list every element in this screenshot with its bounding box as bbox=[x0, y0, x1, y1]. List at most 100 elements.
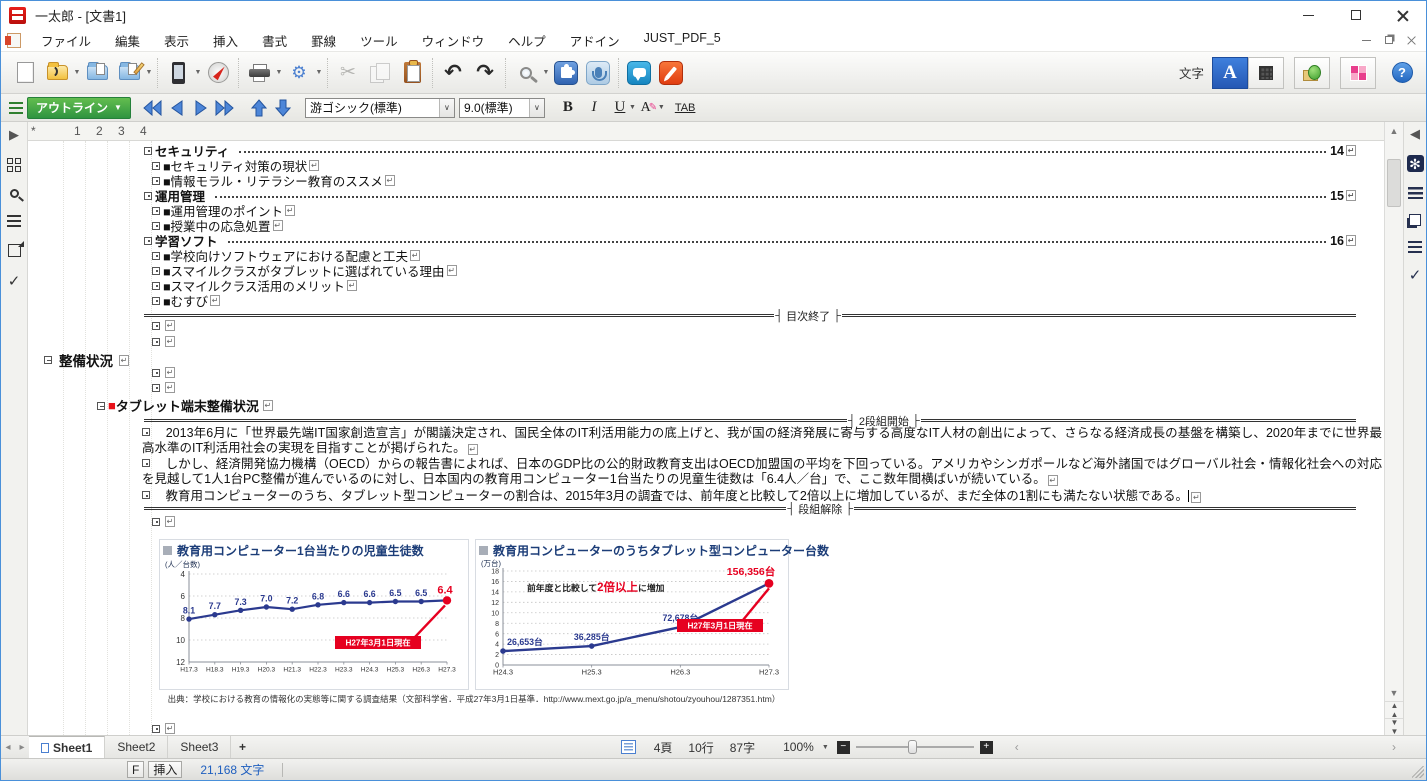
outline-collapse-icon[interactable] bbox=[152, 282, 160, 290]
promote-top-button[interactable] bbox=[141, 97, 165, 119]
toc-row[interactable]: ■運用管理のポイント bbox=[144, 203, 1356, 218]
scroll-up-arrow[interactable]: ▲ bbox=[1385, 122, 1403, 139]
outline-collapse-icon[interactable] bbox=[152, 222, 160, 230]
print-settings-button[interactable]: ⚙ bbox=[283, 56, 315, 90]
underline-dropdown[interactable]: ▼ bbox=[629, 104, 636, 111]
panel-check-icon[interactable]: ✓ bbox=[8, 274, 21, 289]
scrollbar-thumb[interactable] bbox=[1387, 159, 1401, 207]
outline-collapse-icon[interactable] bbox=[152, 297, 160, 305]
save-as-dropdown[interactable]: ▼ bbox=[145, 56, 153, 90]
outline-collapse-icon[interactable] bbox=[152, 207, 160, 215]
vertical-scrollbar[interactable]: ▲ ▼ ▲▲ ▼▼ bbox=[1384, 122, 1403, 735]
grid-mode-button[interactable] bbox=[1248, 57, 1284, 89]
doc-restore-icon[interactable] bbox=[1385, 36, 1393, 44]
horizontal-scrollbar[interactable] bbox=[1027, 739, 1384, 755]
menu-3[interactable]: 表示 bbox=[152, 29, 201, 52]
outline-collapse-icon[interactable] bbox=[152, 177, 160, 185]
font-name-select[interactable]: 游ゴシック(標準)∨ bbox=[305, 98, 455, 118]
new-document-button[interactable] bbox=[9, 56, 41, 90]
panel-pageflip-icon[interactable] bbox=[8, 244, 21, 257]
search-dropdown[interactable]: ▼ bbox=[542, 56, 550, 90]
page-layout-icon[interactable] bbox=[621, 740, 636, 754]
promote-button[interactable] bbox=[165, 97, 189, 119]
menu-2[interactable]: 編集 bbox=[103, 29, 152, 52]
menu-11[interactable]: JUST_PDF_5 bbox=[632, 29, 733, 52]
menu-1[interactable]: ファイル bbox=[29, 29, 103, 52]
body-paragraph[interactable]: 2013年6月に「世界最先端IT国家創造宣言」が閣議決定され、国民全体のIT利活… bbox=[142, 426, 1382, 457]
page-up-button[interactable]: ▲▲ bbox=[1385, 701, 1403, 718]
voice-input-button[interactable] bbox=[582, 56, 614, 90]
insert-mode-button[interactable]: 挿入 bbox=[148, 761, 182, 778]
search-button[interactable] bbox=[510, 56, 542, 90]
f-mode-button[interactable]: F bbox=[127, 761, 144, 778]
redo-button[interactable]: ↷ bbox=[469, 56, 501, 90]
mobile-view-button[interactable] bbox=[162, 56, 194, 90]
hscroll-right-arrow[interactable]: › bbox=[1384, 740, 1404, 754]
menu-6[interactable]: 罫線 bbox=[299, 29, 348, 52]
outline-mode-button[interactable]: アウトライン▼ bbox=[27, 97, 131, 119]
print-dropdown[interactable]: ▼ bbox=[275, 56, 283, 90]
outline-collapse-icon[interactable] bbox=[144, 147, 152, 155]
zoom-in-button[interactable]: + bbox=[980, 741, 993, 754]
outline-collapse-icon[interactable] bbox=[144, 237, 152, 245]
sheet-tab-sheet1[interactable]: Sheet1 bbox=[29, 736, 105, 758]
check-panel-icon[interactable]: ✓ bbox=[1409, 268, 1422, 283]
paste-button[interactable] bbox=[396, 56, 428, 90]
zoom-level[interactable]: 100% bbox=[783, 740, 814, 754]
section-heading-row[interactable]: 整備状況 bbox=[44, 350, 129, 370]
scrollbar-track[interactable] bbox=[1385, 139, 1403, 684]
sidebar-expand-icon[interactable]: ▶ bbox=[9, 128, 19, 141]
navigation-button[interactable] bbox=[202, 56, 234, 90]
menu-9[interactable]: ヘルプ bbox=[496, 29, 558, 52]
menu-4[interactable]: 挿入 bbox=[201, 29, 250, 52]
tab-scroll-left-icon[interactable]: ◂ bbox=[1, 742, 15, 753]
menu-10[interactable]: アドイン bbox=[558, 29, 632, 52]
outline-collapse-icon[interactable] bbox=[142, 428, 150, 436]
marker-pen-button[interactable] bbox=[655, 56, 687, 90]
bold-button[interactable]: B bbox=[555, 96, 581, 120]
outline-collapse-icon[interactable] bbox=[152, 252, 160, 260]
undo-button[interactable]: ↶ bbox=[437, 56, 469, 90]
just-logo-icon[interactable]: ✻ bbox=[1407, 155, 1424, 172]
zoom-out-button[interactable]: − bbox=[837, 741, 850, 754]
doc-minimize-icon[interactable] bbox=[1362, 40, 1371, 41]
body-paragraph[interactable]: しかし、経済開発協力機構（OECD）からの報告書によれば、日本のGDP比の公的財… bbox=[142, 457, 1382, 488]
help-button[interactable]: ? bbox=[1386, 56, 1418, 90]
close-button[interactable] bbox=[1379, 1, 1426, 29]
minimize-button[interactable] bbox=[1285, 1, 1332, 29]
demote-bottom-button[interactable] bbox=[213, 97, 237, 119]
outline-collapse-icon[interactable] bbox=[144, 192, 152, 200]
font-color-dropdown[interactable]: ▼ bbox=[658, 104, 665, 111]
toc-row[interactable]: ■スマイルクラス活用のメリット bbox=[144, 278, 1356, 293]
pages-panel-icon[interactable] bbox=[1409, 214, 1421, 226]
outline-panel-icon[interactable] bbox=[1408, 187, 1423, 199]
add-sheet-button[interactable]: + bbox=[231, 740, 253, 754]
cut-button[interactable]: ✂ bbox=[332, 56, 364, 90]
save-button[interactable] bbox=[81, 56, 113, 90]
toc-row[interactable]: セキュリティ14 bbox=[144, 143, 1356, 158]
move-down-button[interactable] bbox=[271, 97, 295, 119]
page-down-button[interactable]: ▼▼ bbox=[1385, 718, 1403, 735]
decoration-mode-button[interactable] bbox=[1340, 57, 1376, 89]
mobile-view-dropdown[interactable]: ▼ bbox=[194, 56, 202, 90]
zoom-slider[interactable] bbox=[856, 740, 974, 754]
panel-search-icon[interactable] bbox=[10, 189, 19, 198]
copy-button[interactable] bbox=[364, 56, 396, 90]
tab-scroll-right-icon[interactable]: ▸ bbox=[15, 742, 29, 753]
resize-grip[interactable] bbox=[1412, 766, 1424, 778]
doc-close-icon[interactable] bbox=[1407, 36, 1416, 45]
sidebar-collapse-icon[interactable]: ◀ bbox=[1410, 127, 1420, 140]
list-panel-icon[interactable] bbox=[1408, 241, 1422, 253]
demote-button[interactable] bbox=[189, 97, 213, 119]
toc-row[interactable]: ■授業中の応急処置 bbox=[144, 218, 1356, 233]
sheet-tab-sheet3[interactable]: Sheet3 bbox=[168, 736, 231, 758]
maximize-button[interactable] bbox=[1332, 1, 1379, 29]
document-menu-icon[interactable] bbox=[7, 33, 21, 48]
panel-list-icon[interactable] bbox=[7, 215, 21, 227]
outline-collapse-icon[interactable] bbox=[152, 162, 160, 170]
print-button[interactable] bbox=[243, 56, 275, 90]
print-settings-dropdown[interactable]: ▼ bbox=[315, 56, 323, 90]
zoom-dropdown-icon[interactable]: ▼ bbox=[822, 744, 829, 751]
addon-button[interactable] bbox=[550, 56, 582, 90]
zoom-slider-thumb[interactable] bbox=[908, 740, 917, 754]
